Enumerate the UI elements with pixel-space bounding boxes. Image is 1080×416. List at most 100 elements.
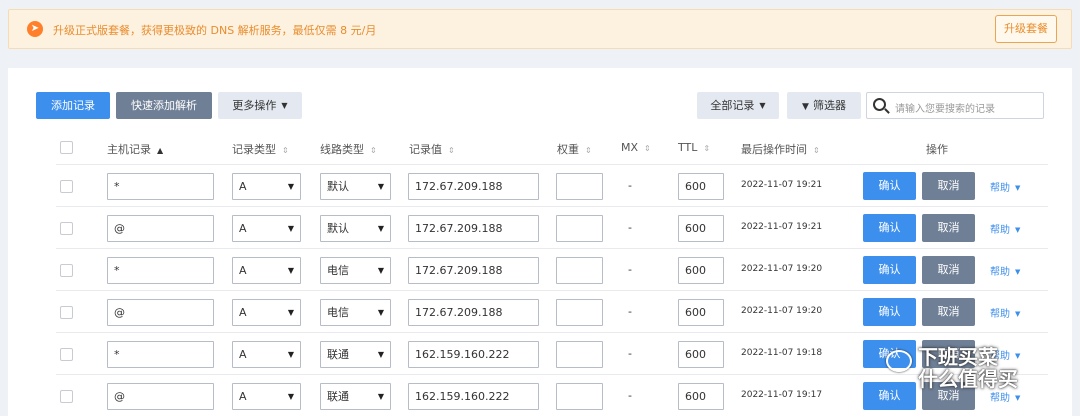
line-select[interactable]: 默认 <box>320 215 391 242</box>
value-input[interactable]: 162.159.160.222 <box>408 383 539 410</box>
help-dropdown[interactable]: 帮助 ▼ <box>990 389 1020 404</box>
weight-input[interactable] <box>556 257 603 284</box>
confirm-button[interactable]: 确认 <box>863 382 916 410</box>
value-input[interactable]: 172.67.209.188 <box>408 173 539 200</box>
weight-input[interactable] <box>556 173 603 200</box>
type-select[interactable]: A <box>232 215 301 242</box>
col-ttl-label: TTL <box>678 141 698 154</box>
type-select[interactable]: A <box>232 341 301 368</box>
help-dropdown[interactable]: 帮助 ▼ <box>990 305 1020 320</box>
line-select[interactable]: 默认 <box>320 173 391 200</box>
cancel-button[interactable]: 取消 <box>922 298 975 326</box>
mx-value: - <box>628 347 632 360</box>
sort-icon: ⇕ <box>644 144 651 153</box>
upgrade-banner: ➤ 升级正式版套餐，获得更极致的 DNS 解析服务，最低仅需 8 元/月 升级套… <box>8 9 1072 49</box>
row-checkbox[interactable] <box>60 390 73 403</box>
col-actions: 操作 <box>926 143 948 156</box>
add-record-label: 添加记录 <box>51 99 95 112</box>
confirm-button[interactable]: 确认 <box>863 298 916 326</box>
ttl-input[interactable]: 600 <box>678 383 724 410</box>
value-input[interactable]: 172.67.209.188 <box>408 257 539 284</box>
value-input[interactable]: 172.67.209.188 <box>408 299 539 326</box>
cancel-button[interactable]: 取消 <box>922 172 975 200</box>
all-records-dropdown[interactable]: 全部记录 ▼ <box>697 92 779 119</box>
more-ops-label: 更多操作 <box>232 99 277 112</box>
host-input[interactable]: * <box>107 257 214 284</box>
help-dropdown[interactable]: 帮助 ▼ <box>990 221 1020 236</box>
help-dropdown[interactable]: 帮助 ▼ <box>990 179 1020 194</box>
add-record-button[interactable]: 添加记录 <box>36 92 110 119</box>
help-label: 帮助 <box>990 393 1010 404</box>
sort-asc-icon: ▲ <box>157 146 164 155</box>
banner-text: 升级正式版套餐，获得更极致的 DNS 解析服务，最低仅需 8 元/月 <box>53 24 377 37</box>
quick-add-button[interactable]: 快速添加解析 <box>116 92 212 119</box>
ttl-input[interactable]: 600 <box>678 299 724 326</box>
confirm-button[interactable]: 确认 <box>863 256 916 284</box>
sort-icon: ⇕ <box>282 146 289 155</box>
value-input[interactable]: 162.159.160.222 <box>408 341 539 368</box>
upgrade-button[interactable]: 升级套餐 <box>995 15 1057 43</box>
weight-input[interactable] <box>556 215 603 242</box>
line-select[interactable]: 电信 <box>320 257 391 284</box>
line-select[interactable]: 联通 <box>320 341 391 368</box>
last-op-time: 2022-11-07 19:18 <box>741 348 823 358</box>
type-select[interactable]: A <box>232 173 301 200</box>
ttl-input[interactable]: 600 <box>678 173 724 200</box>
mx-value: - <box>628 389 632 402</box>
ttl-input[interactable]: 600 <box>678 257 724 284</box>
value-input[interactable]: 172.67.209.188 <box>408 215 539 242</box>
line-select[interactable]: 电信 <box>320 299 391 326</box>
row-checkbox[interactable] <box>60 306 73 319</box>
col-host-label: 主机记录 <box>107 143 151 156</box>
caret-down-icon: ▼ <box>1015 394 1021 402</box>
last-op-time: 2022-11-07 19:20 <box>741 264 823 274</box>
ttl-input[interactable]: 600 <box>678 215 724 242</box>
col-host[interactable]: 主机记录 ▲ <box>107 141 163 157</box>
last-op-time: 2022-11-07 19:20 <box>741 306 823 316</box>
host-input[interactable]: @ <box>107 299 214 326</box>
caret-down-icon: ▼ <box>281 101 288 110</box>
type-select[interactable]: A <box>232 383 301 410</box>
table-row: @ A 默认 172.67.209.188 - 600 2022-11-07 19:21 确认… <box>56 206 1048 248</box>
wechat-icon <box>886 350 912 372</box>
col-last-op[interactable]: 最后操作时间 ⇕ <box>741 141 820 157</box>
more-ops-dropdown[interactable]: 更多操作 ▼ <box>218 92 302 119</box>
col-ttl[interactable]: TTL ⇕ <box>678 141 710 154</box>
row-checkbox[interactable] <box>60 264 73 277</box>
col-line[interactable]: 线路类型 ⇕ <box>320 141 377 157</box>
type-select[interactable]: A <box>232 257 301 284</box>
col-weight[interactable]: 权重 ⇕ <box>557 141 592 157</box>
search-box[interactable]: 请输入您要搜索的记录 <box>866 92 1044 119</box>
confirm-button[interactable]: 确认 <box>863 172 916 200</box>
select-all-checkbox[interactable] <box>60 141 73 154</box>
weight-input[interactable] <box>556 383 603 410</box>
host-input[interactable]: @ <box>107 215 214 242</box>
host-input[interactable]: * <box>107 341 214 368</box>
cancel-button[interactable]: 取消 <box>922 256 975 284</box>
row-checkbox[interactable] <box>60 222 73 235</box>
help-dropdown[interactable]: 帮助 ▼ <box>990 263 1020 278</box>
table-row: @ A 联通 162.159.160.222 - 600 2022-11-07 19:17 确… <box>56 374 1048 416</box>
filter-button[interactable]: ▼ 筛选器 <box>787 92 861 119</box>
search-input[interactable]: 请输入您要搜索的记录 <box>895 100 995 115</box>
col-value[interactable]: 记录值 ⇕ <box>409 141 455 157</box>
host-input[interactable]: * <box>107 173 214 200</box>
row-checkbox[interactable] <box>60 180 73 193</box>
weight-input[interactable] <box>556 299 603 326</box>
col-type[interactable]: 记录类型 ⇕ <box>232 141 289 157</box>
col-weight-label: 权重 <box>557 143 579 156</box>
confirm-button[interactable]: 确认 <box>863 214 916 242</box>
col-mx[interactable]: MX ⇕ <box>621 141 651 154</box>
col-type-label: 记录类型 <box>232 143 276 156</box>
host-input[interactable]: @ <box>107 383 214 410</box>
last-op-time: 2022-11-07 19:21 <box>741 222 823 232</box>
line-select[interactable]: 联通 <box>320 383 391 410</box>
watermark-line2: 什么值得买 <box>918 367 1018 391</box>
cancel-button[interactable]: 取消 <box>922 214 975 242</box>
type-select[interactable]: A <box>232 299 301 326</box>
last-op-time: 2022-11-07 19:21 <box>741 180 823 190</box>
caret-down-icon: ▼ <box>759 101 766 110</box>
ttl-input[interactable]: 600 <box>678 341 724 368</box>
weight-input[interactable] <box>556 341 603 368</box>
row-checkbox[interactable] <box>60 348 73 361</box>
